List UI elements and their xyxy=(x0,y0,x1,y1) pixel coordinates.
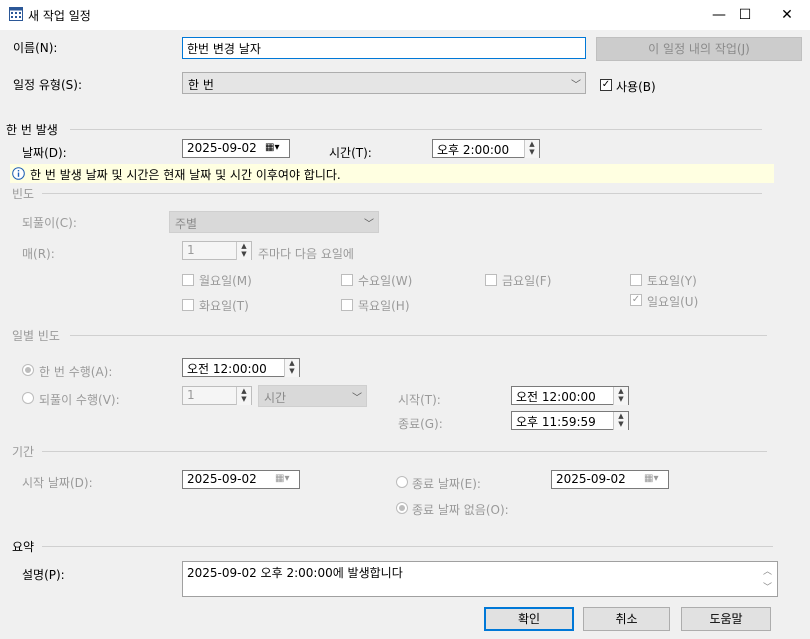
friday-label: 금요일(F) xyxy=(502,274,552,288)
schedule-type-value: 한 번 xyxy=(188,78,214,92)
recur-run-label: 되풀이 수행(V): xyxy=(39,393,120,407)
time-spinner[interactable]: ▲ ▼ xyxy=(524,140,539,158)
chevron-down-icon: ﹀ xyxy=(364,219,374,230)
once-radio[interactable] xyxy=(22,364,34,376)
recur-unit-value: 시간 xyxy=(264,391,287,405)
tuesday-checkbox[interactable] xyxy=(182,299,194,311)
name-input-value: 한번 변경 날자 xyxy=(187,42,261,56)
thursday-label: 목요일(H) xyxy=(358,299,410,313)
info-text: 한 번 발생 날짜 및 시간은 현재 날짜 및 시간 이후여야 합니다. xyxy=(30,168,341,182)
start-time-input[interactable]: 오전 12:00:00 ▲ ▼ xyxy=(511,386,629,405)
calendar-dropdown-icon[interactable]: ▦▾ xyxy=(644,473,658,484)
every-label: 매(R): xyxy=(22,247,55,261)
enabled-label: 사용(B) xyxy=(616,80,656,94)
section-divider xyxy=(42,193,762,194)
start-time-spinner[interactable]: ▲ ▼ xyxy=(613,387,628,405)
ok-button[interactable]: 확인 xyxy=(484,607,574,631)
date-picker[interactable]: 2025-09-02 ▦▾ xyxy=(182,139,290,158)
calendar-icon xyxy=(9,7,23,21)
every-suffix: 주마다 다음 요일에 xyxy=(258,247,354,261)
time-input[interactable]: 오후 2:00:00 ▲ ▼ xyxy=(432,139,540,158)
saturday-label: 토요일(Y) xyxy=(647,274,697,288)
date-value: 2025-09-02 xyxy=(187,141,257,155)
schedule-type-select[interactable]: 한 번 ﹀ xyxy=(182,72,586,94)
section-divider xyxy=(42,546,773,547)
window-title: 새 작업 일정 xyxy=(28,9,91,23)
once-label: 한 번 수행(A): xyxy=(39,365,113,379)
start-time-label: 시작(T): xyxy=(398,393,441,407)
monday-label: 월요일(M) xyxy=(199,274,252,288)
start-date-label: 시작 날짜(D): xyxy=(22,476,93,490)
one-time-section-title: 한 번 발생 xyxy=(6,123,58,137)
monday-checkbox[interactable] xyxy=(182,274,194,286)
end-date-picker[interactable]: 2025-09-02 ▦▾ xyxy=(551,470,669,489)
recur-interval-input[interactable]: 1 ▲ ▼ xyxy=(182,386,252,405)
thursday-checkbox[interactable] xyxy=(341,299,353,311)
end-date-value: 2025-09-02 xyxy=(556,472,626,486)
jobs-in-schedule-button[interactable]: 이 일정 내의 작업(J) xyxy=(596,37,802,61)
end-time-value: 오후 11:59:59 xyxy=(516,415,596,429)
description-value: 2025-09-02 오후 2:00:00에 발생합니다 xyxy=(187,566,403,580)
time-value: 오후 2:00:00 xyxy=(437,143,510,157)
wednesday-label: 수요일(W) xyxy=(358,274,413,288)
recur-interval-value: 1 xyxy=(187,388,195,402)
recur-radio[interactable] xyxy=(22,392,34,404)
end-time-spinner[interactable]: ▲ ▼ xyxy=(613,412,628,430)
wednesday-checkbox[interactable] xyxy=(341,274,353,286)
start-date-picker[interactable]: 2025-09-02 ▦▾ xyxy=(182,470,300,489)
time-label: 시간(T): xyxy=(329,146,372,160)
sunday-checkbox[interactable]: ✓ xyxy=(630,294,642,306)
close-button[interactable]: ✕ xyxy=(764,0,810,30)
no-end-date-label: 종료 날짜 없음(O): xyxy=(412,503,509,517)
once-time-input[interactable]: 오전 12:00:00 ▲ ▼ xyxy=(182,358,300,377)
recur-select[interactable]: 주별 ﹀ xyxy=(169,211,379,233)
duration-section-title: 기간 xyxy=(12,445,35,459)
frequency-section-title: 빈도 xyxy=(12,187,35,201)
chevron-down-icon: ﹀ xyxy=(352,393,362,404)
description-label: 설명(P): xyxy=(22,568,65,582)
every-spinner[interactable]: ▲ ▼ xyxy=(236,242,251,260)
every-value: 1 xyxy=(187,243,195,257)
recur-label: 되풀이(C): xyxy=(22,216,77,230)
description-text[interactable]: 2025-09-02 오후 2:00:00에 발생합니다 ︿ ﹀ xyxy=(182,561,778,597)
enabled-checkbox[interactable]: ✓ xyxy=(600,79,612,91)
summary-section-title: 요약 xyxy=(12,540,35,554)
section-divider xyxy=(70,335,767,336)
start-time-value: 오전 12:00:00 xyxy=(516,390,596,404)
once-time-spinner[interactable]: ▲ ▼ xyxy=(284,359,299,377)
cancel-button[interactable]: 취소 xyxy=(583,607,670,631)
name-label: 이름(N): xyxy=(13,41,58,55)
end-time-label: 종료(G): xyxy=(398,417,443,431)
recur-unit-select[interactable]: 시간 ﹀ xyxy=(258,385,367,407)
recur-value: 주별 xyxy=(175,217,198,231)
no-end-date-radio[interactable] xyxy=(396,502,408,514)
sunday-label: 일요일(U) xyxy=(647,295,699,309)
name-input[interactable]: 한번 변경 날자 xyxy=(182,37,586,59)
once-time-value: 오전 12:00:00 xyxy=(187,362,267,376)
date-label: 날짜(D): xyxy=(22,146,67,160)
tuesday-label: 화요일(T) xyxy=(199,299,249,313)
info-icon xyxy=(12,167,25,180)
info-bar: 한 번 발생 날짜 및 시간은 현재 날짜 및 시간 이후여야 합니다. xyxy=(10,164,774,183)
calendar-dropdown-icon[interactable]: ▦▾ xyxy=(275,473,289,484)
scroll-up-icon[interactable]: ︿ xyxy=(763,564,772,577)
end-date-label: 종료 날짜(E): xyxy=(412,477,481,491)
schedule-type-label: 일정 유형(S): xyxy=(13,78,82,92)
every-input[interactable]: 1 ▲ ▼ xyxy=(182,241,252,260)
saturday-checkbox[interactable] xyxy=(630,274,642,286)
friday-checkbox[interactable] xyxy=(485,274,497,286)
recur-interval-spinner[interactable]: ▲ ▼ xyxy=(236,387,251,405)
section-divider xyxy=(70,129,762,130)
help-button[interactable]: 도움말 xyxy=(681,607,771,631)
maximize-button[interactable]: ☐ xyxy=(722,0,768,30)
title-bar: 새 작업 일정 — ☐ ✕ xyxy=(0,0,810,30)
end-date-radio[interactable] xyxy=(396,476,408,488)
section-divider xyxy=(42,451,767,452)
daily-section-title: 일별 빈도 xyxy=(12,329,60,343)
chevron-down-icon: ﹀ xyxy=(571,80,581,91)
scroll-down-icon[interactable]: ﹀ xyxy=(763,580,772,593)
calendar-dropdown-icon[interactable]: ▦▾ xyxy=(265,142,279,153)
end-time-input[interactable]: 오후 11:59:59 ▲ ▼ xyxy=(511,411,629,430)
start-date-value: 2025-09-02 xyxy=(187,472,257,486)
